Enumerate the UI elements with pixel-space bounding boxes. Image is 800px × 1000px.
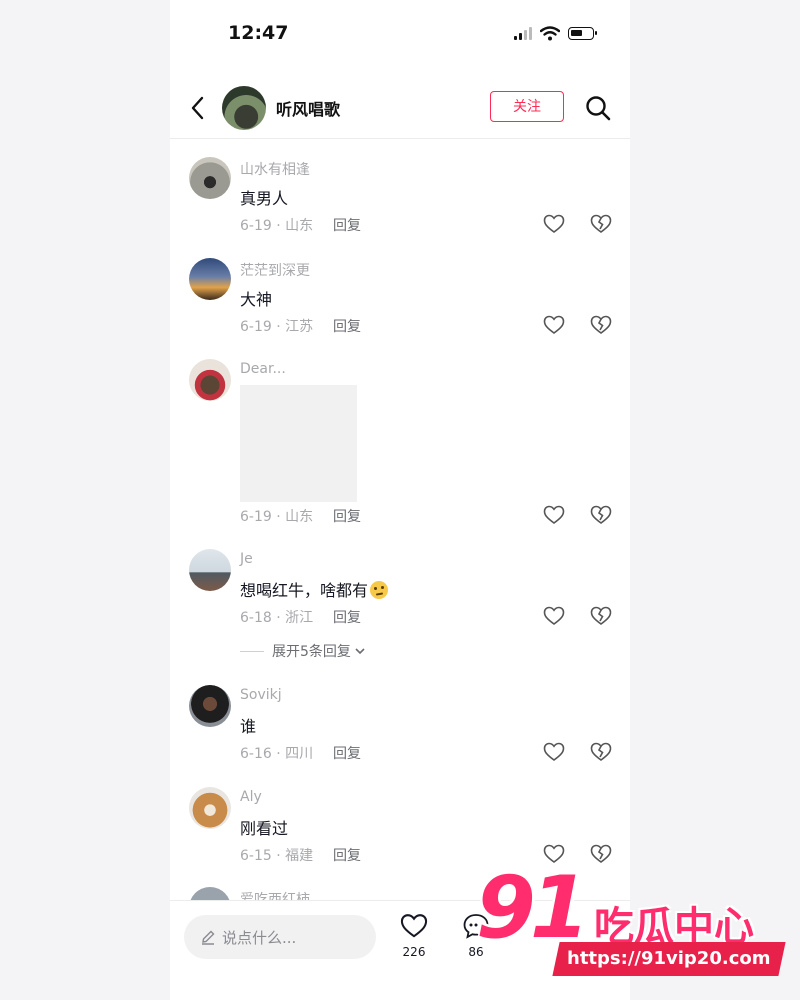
status-time: 12:47 [228, 22, 289, 44]
heart-icon[interactable] [543, 214, 565, 234]
comment-date-location: 6-19 · 江苏 [240, 319, 314, 335]
comment-text: 刚看过 [240, 819, 289, 838]
author-avatar[interactable] [222, 86, 266, 130]
heart-icon [400, 914, 428, 938]
comment-date-location: 6-15 · 福建 [240, 848, 314, 864]
avatar[interactable] [189, 359, 231, 401]
status-icons [514, 26, 597, 41]
broken-heart-icon[interactable] [590, 505, 612, 525]
comment-date-location: 6-18 · 浙江 [240, 610, 314, 626]
comment-username[interactable]: Aly [240, 789, 262, 805]
comment-text: 想喝红牛，啥都有 [240, 577, 389, 601]
watermark-url-banner: https://91vip20.com [552, 942, 786, 976]
comment-text: 谁 [240, 717, 257, 736]
wifi-icon [540, 26, 560, 41]
watermark-url: https://91vip20.com [567, 948, 771, 969]
avatar[interactable] [189, 549, 231, 591]
battery-icon [568, 27, 597, 40]
chevron-down-icon [355, 648, 365, 655]
expand-replies-button[interactable]: 展开5条回复 [240, 641, 366, 661]
comment-input-placeholder: 说点什么... [222, 928, 297, 947]
heart-icon[interactable] [543, 315, 565, 335]
back-arrow-icon[interactable] [186, 94, 210, 122]
comment-text: 大神 [240, 290, 273, 309]
author-name[interactable]: 听风唱歌 [276, 96, 340, 120]
comment-username[interactable]: 茫茫到深更 [240, 260, 310, 280]
heart-icon[interactable] [543, 606, 565, 626]
avatar[interactable] [189, 157, 231, 199]
avatar[interactable] [189, 258, 231, 300]
heart-icon[interactable] [543, 505, 565, 525]
comment-image[interactable] [240, 385, 357, 502]
broken-heart-icon[interactable] [590, 606, 612, 626]
comment-date-location: 6-16 · 四川 [240, 746, 314, 762]
divider [240, 650, 264, 652]
comment-username[interactable]: Sovikj [240, 687, 282, 703]
like-count: 226 [402, 945, 426, 959]
comment-username[interactable]: Je [240, 551, 253, 567]
reply-button[interactable]: 回复 [333, 215, 361, 235]
thinking-emoji-icon [370, 581, 389, 599]
comment-date-location: 6-19 · 山东 [240, 509, 314, 525]
broken-heart-icon[interactable] [590, 214, 612, 234]
heart-icon[interactable] [543, 742, 565, 762]
search-icon[interactable] [584, 94, 612, 122]
reply-button[interactable]: 回复 [333, 743, 361, 763]
cellular-signal-icon [514, 27, 532, 40]
reply-button[interactable]: 回复 [333, 845, 361, 865]
broken-heart-icon[interactable] [590, 315, 612, 335]
like-count-button[interactable]: 226 [392, 913, 436, 959]
reply-button[interactable]: 回复 [333, 506, 361, 526]
comment-text: 真男人 [240, 189, 289, 208]
avatar[interactable] [189, 787, 231, 829]
phone-screen: 12:47 听风唱歌 关注 山水有相逢 真男人 6-19 · 山东 回复 茫茫到… [170, 0, 630, 1000]
reply-button[interactable]: 回复 [333, 607, 361, 627]
expand-replies-label: 展开5条回复 [272, 644, 351, 660]
avatar[interactable] [189, 685, 231, 727]
comment-date-location: 6-19 · 山东 [240, 218, 314, 234]
reply-button[interactable]: 回复 [333, 316, 361, 336]
comment-username[interactable]: 山水有相逢 [240, 159, 310, 179]
follow-button[interactable]: 关注 [490, 91, 564, 122]
watermark-logo: 91 吃瓜中心 https://91vip20.com [476, 858, 786, 988]
comment-text-content: 想喝红牛，啥都有 [240, 581, 369, 600]
comment-input[interactable]: 说点什么... [184, 915, 376, 959]
broken-heart-icon[interactable] [590, 742, 612, 762]
pencil-icon [202, 930, 215, 945]
header-bar: 听风唱歌 关注 [170, 80, 630, 139]
comment-username[interactable]: Dear... [240, 361, 286, 377]
